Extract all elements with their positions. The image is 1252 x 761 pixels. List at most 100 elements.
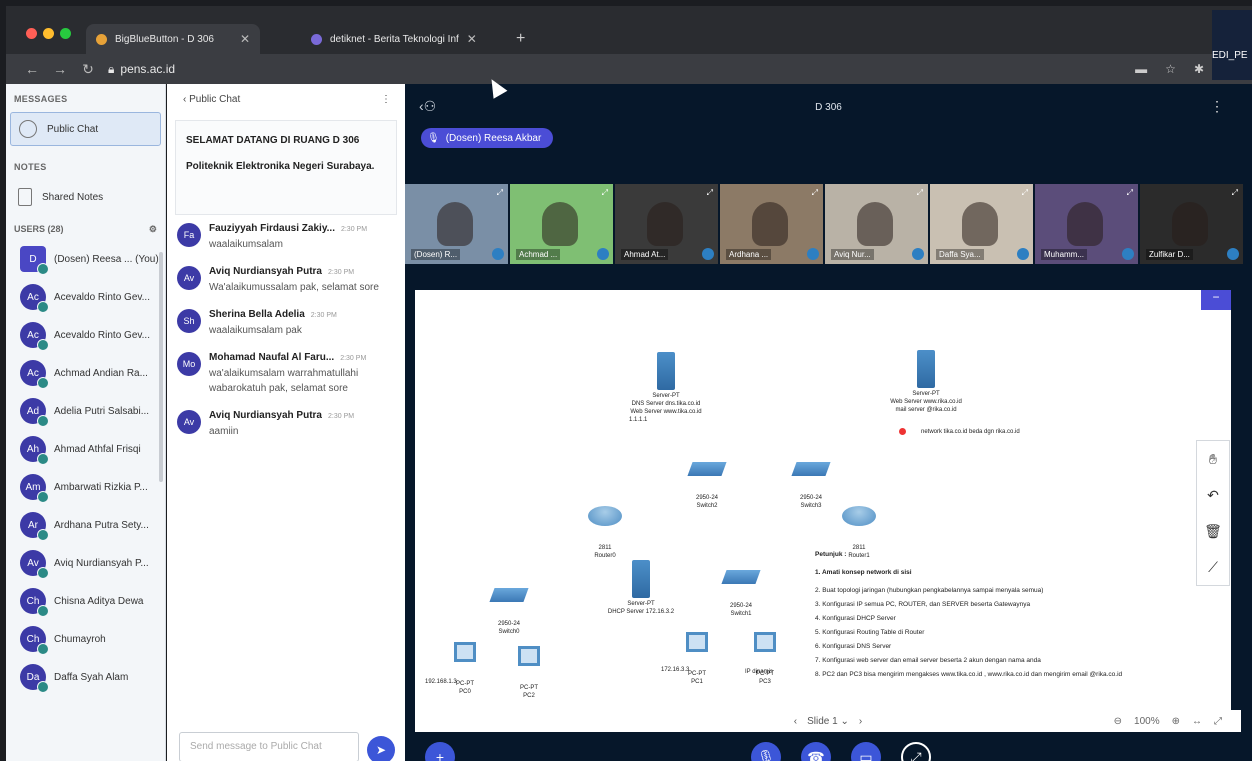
shared-notes-nav[interactable]: Shared Notes: [10, 180, 161, 214]
user-list-item[interactable]: Ad Adelia Putri Salsabi...: [6, 392, 165, 430]
tab-bigbluebutton[interactable]: BigBlueButton - D 306 ✕: [86, 24, 261, 54]
leave-audio-button[interactable]: ☎︎: [801, 742, 831, 761]
user-name: (Dosen) Reesa ... (You): [54, 253, 159, 265]
minimize-window-button[interactable]: [43, 28, 54, 39]
new-tab-icon[interactable]: +: [516, 30, 525, 48]
window-controls[interactable]: [26, 28, 71, 39]
screenshare-button[interactable]: ⤢: [901, 742, 931, 761]
forward-icon[interactable]: →: [46, 61, 74, 77]
dhcp-server-node: Server-PT DHCP Server 172.16.3.2: [591, 560, 691, 616]
send-button[interactable]: ➤: [367, 736, 395, 761]
user-list-item[interactable]: Ac Acevaldo Rinto Gev...: [6, 316, 165, 354]
hand-tool-icon[interactable]: ✋︎: [1209, 451, 1217, 468]
pc1-ip: 172.16.3.3: [661, 667, 690, 673]
video-tile[interactable]: ⤢ Ardhana ...: [720, 184, 823, 264]
sender-name: Fauziyyah Firdausi Zakiy...: [209, 223, 335, 234]
message-time: 2:30 PM: [340, 355, 367, 362]
back-icon[interactable]: ←: [18, 61, 46, 77]
user-list-item[interactable]: Ar Ardhana Putra Sety...: [6, 506, 165, 544]
video-tile[interactable]: ⤢ Achmad ...: [510, 184, 613, 264]
user-list-item[interactable]: Ac Acevaldo Rinto Gev...: [6, 278, 165, 316]
user-list-scrollbar[interactable]: [159, 252, 163, 482]
pc-icon: [518, 646, 540, 666]
actions-plus-button[interactable]: +: [425, 742, 455, 761]
fit-width-icon[interactable]: ↔: [1192, 716, 1202, 727]
close-window-button[interactable]: [26, 28, 37, 39]
video-tile[interactable]: ⤢ (Dosen) R...: [405, 184, 508, 264]
chat-header: ‹ Public Chat ⋮: [167, 84, 405, 120]
webcam-button[interactable]: ▭: [851, 742, 881, 761]
user-list-item[interactable]: Am Ambarwati Rizkia P...: [6, 468, 165, 506]
expand-icon[interactable]: ⤢: [917, 188, 923, 198]
expand-icon[interactable]: ⤢: [602, 188, 608, 198]
router-icon: [588, 506, 622, 526]
user-list-item[interactable]: Ac Achmad Andian Ra...: [6, 354, 165, 392]
zoom-in-icon[interactable]: ⊕: [1172, 716, 1180, 727]
fullscreen-icon[interactable]: ⤢: [1214, 716, 1222, 727]
chat-message-input[interactable]: Send message to Public Chat: [179, 732, 359, 761]
user-list-item[interactable]: Ah Ahmad Athfal Frisqi: [6, 430, 165, 468]
welcome-line-2: Politeknik Elektronika Negeri Surabaya.: [186, 161, 375, 172]
user-list-item[interactable]: Ch Chumayroh: [6, 620, 165, 658]
message-text: waalaikumsalam pak: [209, 325, 302, 336]
user-list-item[interactable]: Av Aviq Nurdiansyah P...: [6, 544, 165, 582]
message-time: 2:30 PM: [328, 413, 355, 420]
chat-message: Sh Sherina Bella Adelia 2:30 PM waalaikum…: [167, 301, 405, 344]
user-list-item[interactable]: Ch Chisna Aditya Dewa: [6, 582, 165, 620]
main-topbar: ‹⚇ D 306 ⋮: [405, 84, 1252, 128]
cast-icon[interactable]: ▬: [1135, 62, 1147, 76]
pc2-node: PC-PT PC2: [511, 630, 547, 716]
video-tile[interactable]: ⤢ Aviq Nur...: [825, 184, 928, 264]
message-time: 2:30 PM: [340, 226, 368, 233]
video-tile[interactable]: ⤢ Ahmad At...: [615, 184, 718, 264]
node-label: DNS Server dns.tika.co.id: [631, 401, 701, 407]
expand-icon[interactable]: ⤢: [1127, 188, 1133, 198]
slide-select[interactable]: Slide 1 ⌄: [807, 716, 849, 727]
minimize-presentation-button[interactable]: −: [1201, 290, 1231, 310]
previous-slide-icon[interactable]: ‹: [794, 716, 797, 727]
user-list-item[interactable]: Da Daffa Syah Alam: [6, 658, 165, 696]
message-text: aamiin: [209, 426, 239, 437]
dns-server-node: Server-PT DNS Server dns.tika.co.id Web …: [611, 352, 721, 424]
video-tile[interactable]: ⤢ Zulfikar D...: [1140, 184, 1243, 264]
left-sidebar: MESSAGES Public Chat NOTES Shared Notes …: [6, 84, 166, 761]
video-tile[interactable]: ⤢ Daffa Sya...: [930, 184, 1033, 264]
delete-icon[interactable]: 🗑︎: [1204, 523, 1222, 540]
maximize-window-button[interactable]: [60, 28, 71, 39]
sender-name: Sherina Bella Adelia: [209, 309, 305, 320]
user-list: D (Dosen) Reesa ... (You) Ac Acevaldo Rinto…: [6, 240, 165, 696]
mute-button[interactable]: 🎙︎: [751, 742, 781, 761]
next-slide-icon[interactable]: ›: [859, 716, 862, 727]
undo-icon[interactable]: ↶: [1207, 487, 1219, 504]
close-tab-icon[interactable]: ✕: [240, 32, 250, 46]
message-time: 2:30 PM: [328, 269, 355, 276]
bookmark-star-icon[interactable]: ☆: [1165, 62, 1176, 76]
user-list-item[interactable]: D (Dosen) Reesa ... (You): [6, 240, 165, 278]
tab-detiknet[interactable]: detiknet - Berita Teknologi Inf ✕: [301, 24, 487, 54]
gear-icon[interactable]: ⚙: [149, 224, 157, 240]
avatar: Av: [177, 266, 201, 290]
instruction-item: 4. Konfigurasi DHCP Server: [815, 615, 896, 622]
public-chat-nav[interactable]: Public Chat: [10, 112, 161, 146]
video-tile[interactable]: ⤢ Muhamm...: [1035, 184, 1138, 264]
url-field[interactable]: 🔒︎ pens.ac.id: [108, 62, 175, 77]
presentation-whiteboard[interactable]: − Server-PT DNS Server dns.tika.co.id We…: [415, 290, 1231, 710]
switch-icon: [791, 462, 831, 476]
close-tab-icon[interactable]: ✕: [467, 32, 477, 46]
options-menu-icon[interactable]: ⋮: [1210, 98, 1224, 115]
avatar: Ac: [20, 360, 49, 389]
expand-icon[interactable]: ⤢: [707, 188, 713, 198]
presenter-name: (Dosen) Reesa Akbar: [445, 132, 542, 144]
extensions-icon[interactable]: ✱: [1194, 62, 1204, 76]
expand-icon[interactable]: ⤢: [497, 188, 503, 198]
multi-user-icon[interactable]: ⟋: [1208, 559, 1218, 576]
chat-options-icon[interactable]: ⋮: [381, 94, 391, 120]
welcome-message: SELAMAT DATANG DI RUANG D 306 Politeknik…: [175, 120, 397, 215]
expand-icon[interactable]: ⤢: [1232, 188, 1238, 198]
zoom-out-icon[interactable]: ⊖: [1114, 716, 1122, 727]
reload-icon[interactable]: ↻: [74, 61, 102, 78]
user-name: Aviq Nurdiansyah P...: [54, 557, 149, 569]
expand-icon[interactable]: ⤢: [812, 188, 818, 198]
expand-icon[interactable]: ⤢: [1022, 188, 1028, 198]
hide-chat-button[interactable]: ‹ Public Chat: [183, 94, 240, 120]
